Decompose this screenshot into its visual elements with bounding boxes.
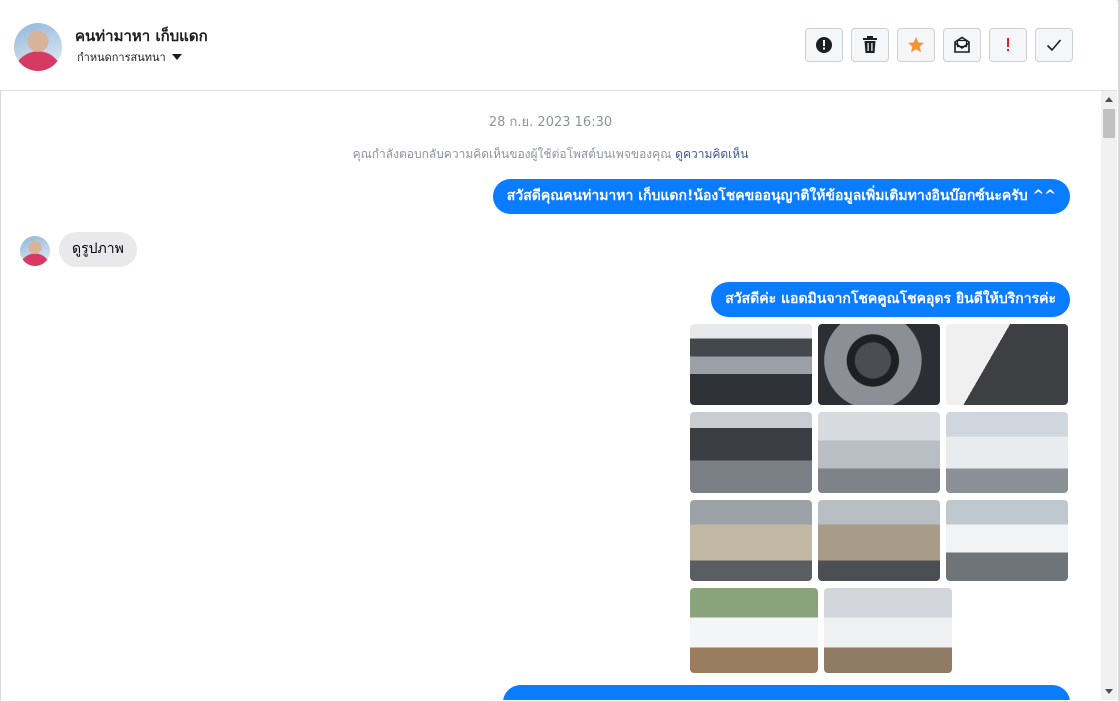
- photo-dashboard[interactable]: [690, 412, 812, 493]
- scrollbar-thumb[interactable]: [1103, 109, 1115, 138]
- scroll-down-arrow-icon[interactable]: [1105, 689, 1113, 694]
- star-icon: [908, 37, 924, 53]
- scroll-up-arrow-icon[interactable]: [1105, 97, 1113, 102]
- checkmark-icon: [1046, 39, 1062, 52]
- mark-unread-icon: [954, 36, 970, 53]
- trash-icon: [863, 36, 877, 53]
- spam-button[interactable]: [989, 28, 1027, 62]
- message-bubble-outgoing-partial[interactable]: [503, 685, 1070, 700]
- mark-done-button[interactable]: [1035, 28, 1073, 62]
- mark-unread-button[interactable]: [943, 28, 981, 62]
- photo-steering-wheel[interactable]: [818, 324, 940, 405]
- caret-down-icon: [171, 54, 182, 60]
- photo-front-seats[interactable]: [690, 500, 812, 581]
- vertical-scrollbar[interactable]: [1101, 91, 1117, 700]
- contact-avatar[interactable]: [14, 23, 62, 71]
- message-bubble-outgoing[interactable]: สวัสดีคุณคนท่ามาหา เก็บแดก!น้องโชคขออนุญ…: [492, 179, 1070, 214]
- photo-engine-bay[interactable]: [690, 324, 812, 405]
- message-bubble-incoming[interactable]: ดูรูปภาพ: [59, 232, 137, 267]
- message-thread[interactable]: 28 ก.ย. 2023 16:30 คุณกำลังตอบกลับความคิ…: [0, 91, 1101, 700]
- contact-name[interactable]: คนท่ามาหา เก็บแดก: [75, 24, 208, 48]
- assign-conversation-dropdown[interactable]: กำหนดการสนทนา: [77, 48, 182, 66]
- photo-door-panel[interactable]: [946, 324, 1068, 405]
- view-comment-link[interactable]: ดูความคิดเห็น: [675, 147, 748, 161]
- photo-truck-front-angle[interactable]: [824, 588, 952, 673]
- photo-truck-rear[interactable]: [946, 412, 1068, 493]
- message-timestamp: 28 ก.ย. 2023 16:30: [488, 115, 613, 130]
- star-button[interactable]: [897, 28, 935, 62]
- conversation-header: คนท่ามาหา เก็บแดก กำหนดการสนทนา: [0, 0, 1117, 91]
- action-toolbar: [805, 28, 1073, 62]
- delete-button[interactable]: [851, 28, 889, 62]
- contact-avatar-small[interactable]: [20, 236, 50, 266]
- photo-truck-side[interactable]: [818, 412, 940, 493]
- report-button[interactable]: [805, 28, 843, 62]
- alert-circle-icon: [816, 37, 832, 53]
- assign-conversation-label: กำหนดการสนทนา: [77, 51, 166, 64]
- photo-truck-parked[interactable]: [690, 588, 818, 673]
- notice-text: คุณกำลังตอบกลับความคิดเห็นของผู้ใช้ต่อโพ…: [352, 147, 672, 161]
- photo-cabin-interior[interactable]: [818, 500, 940, 581]
- comment-reply-notice: คุณกำลังตอบกลับความคิดเห็นของผู้ใช้ต่อโพ…: [0, 145, 1101, 164]
- spam-exclamation-icon: [1007, 38, 1009, 52]
- message-bubble-outgoing[interactable]: สวัสดีค่ะ แอดมินจากโชคคูณโชคอุดร ยินดีให…: [711, 282, 1070, 317]
- photo-truck-front[interactable]: [946, 500, 1068, 581]
